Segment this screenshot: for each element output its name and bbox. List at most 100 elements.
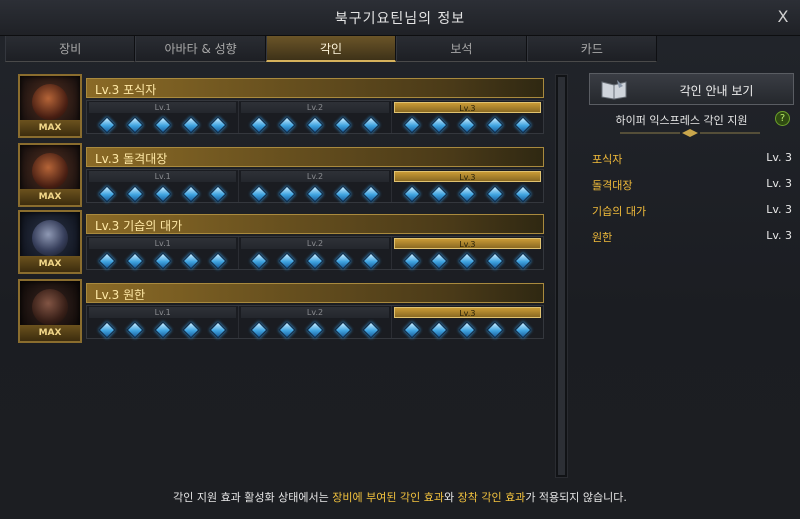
tab-cards[interactable]: 카드 xyxy=(526,36,658,62)
gem-row xyxy=(87,113,238,134)
gem-icon xyxy=(278,321,296,339)
title-bar[interactable]: 북구기요틴님의 정보 X xyxy=(0,0,800,36)
level-label: Lv.1 xyxy=(89,102,237,113)
gem-icon xyxy=(458,116,476,134)
gem-row xyxy=(239,318,390,339)
engraving-summary: 포식자 Lv. 3 돌격대장 Lv. 3 기습의 대가 Lv. 3 원한 Lv.… xyxy=(590,151,794,255)
tab-engraving[interactable]: 각인 xyxy=(265,36,397,62)
gem-icon xyxy=(182,116,199,134)
engraving-emblem-icon xyxy=(32,84,68,120)
gem-icon xyxy=(154,185,172,203)
level-label: Lv.3 xyxy=(393,102,541,113)
level-cell: Lv.1 xyxy=(87,237,240,270)
gem-icon xyxy=(514,321,532,339)
gem-icon xyxy=(98,321,116,339)
footer-notice: 각인 지원 효과 활성화 상태에서는 장비에 부여된 각인 효과와 장착 각인 … xyxy=(0,489,800,505)
level-cell: Lv.2 xyxy=(239,101,392,134)
engraving-title-bar: Lv.3 원한 xyxy=(86,283,544,303)
guide-button-label: 각인 안내 보기 xyxy=(679,84,754,98)
gem-icon xyxy=(154,116,172,134)
gem-icon xyxy=(334,185,352,203)
engraving-levels: Lv.1 Lv.2 Lv.3 xyxy=(86,100,544,134)
summary-row: 기습의 대가 Lv. 3 xyxy=(590,203,794,229)
summary-row: 돌격대장 Lv. 3 xyxy=(590,177,794,203)
gem-row xyxy=(87,249,238,270)
gem-icon xyxy=(250,116,268,134)
close-icon[interactable]: X xyxy=(772,6,794,28)
gem-row xyxy=(87,318,238,339)
summary-level: Lv. 3 xyxy=(766,151,792,164)
summary-row: 포식자 Lv. 3 xyxy=(590,151,794,177)
gem-row xyxy=(87,182,238,203)
footer-text: 가 적용되지 않습니다. xyxy=(525,491,627,504)
engraving-row[interactable]: MAX Lv.3 기습의 대가 Lv.1 Lv.2 Lv.3 xyxy=(18,210,546,274)
gem-icon xyxy=(126,321,144,339)
engraving-row[interactable]: MAX Lv.3 포식자 Lv.1 Lv.2 Lv.3 xyxy=(18,74,546,138)
gem-icon xyxy=(334,252,352,270)
gem-icon xyxy=(154,321,172,339)
engraving-title-bar: Lv.3 돌격대장 xyxy=(86,147,544,167)
gem-icon xyxy=(209,321,227,339)
express-support-label: 하이퍼 익스프레스 각인 지원 xyxy=(615,114,748,127)
gem-icon xyxy=(182,252,199,270)
summary-name: 기습의 대가 xyxy=(592,205,647,218)
level-label: Lv.3 xyxy=(393,307,541,318)
level-cell: Lv.1 xyxy=(87,306,240,339)
engraving-title-bar: Lv.3 기습의 대가 xyxy=(86,214,544,234)
summary-level: Lv. 3 xyxy=(766,229,792,242)
gem-icon xyxy=(98,252,116,270)
gem-icon xyxy=(278,116,296,134)
footer-text: 각인 지원 효과 활성화 상태에서는 xyxy=(173,491,333,504)
gem-row xyxy=(239,249,390,270)
level-cell: Lv.3 xyxy=(392,237,543,270)
ornament-divider-icon xyxy=(620,129,760,137)
engraving-guide-button[interactable]: 각인 안내 보기 xyxy=(589,73,794,105)
max-badge: MAX xyxy=(20,189,80,205)
gem-row xyxy=(239,182,390,203)
scrollbar[interactable] xyxy=(555,74,568,478)
tab-equipment[interactable]: 장비 xyxy=(5,36,136,62)
engraving-title: Lv.3 기습의 대가 xyxy=(95,219,183,233)
tab-gems[interactable]: 보석 xyxy=(396,36,527,62)
gem-icon xyxy=(403,321,421,339)
scrollbar-thumb[interactable] xyxy=(558,77,565,475)
level-cell: Lv.2 xyxy=(239,170,392,203)
level-label: Lv.2 xyxy=(241,102,389,113)
gem-icon xyxy=(362,185,380,203)
engraving-title: Lv.3 원한 xyxy=(95,288,146,302)
footer-text: 와 xyxy=(443,491,458,504)
gem-icon xyxy=(98,185,116,203)
gem-icon xyxy=(209,252,227,270)
summary-name: 포식자 xyxy=(592,153,623,166)
gem-icon xyxy=(458,252,476,270)
gem-icon xyxy=(278,252,296,270)
footer-highlight: 장착 각인 효과 xyxy=(457,491,526,504)
engraving-row[interactable]: MAX Lv.3 돌격대장 Lv.1 Lv.2 Lv.3 xyxy=(18,143,546,207)
gem-icon xyxy=(182,185,199,203)
help-icon[interactable]: ? xyxy=(775,111,790,126)
level-label: Lv.1 xyxy=(89,307,237,318)
gem-icon xyxy=(182,321,199,339)
gem-icon xyxy=(430,252,448,270)
engraving-title-bar: Lv.3 포식자 xyxy=(86,78,544,98)
gem-icon xyxy=(98,116,116,134)
engraving-portrait-icon: MAX xyxy=(18,279,82,343)
gem-icon xyxy=(514,185,532,203)
engraving-levels: Lv.1 Lv.2 Lv.3 xyxy=(86,305,544,339)
tab-avatar[interactable]: 아바타 & 성향 xyxy=(135,36,266,62)
summary-level: Lv. 3 xyxy=(766,203,792,216)
level-cell: Lv.2 xyxy=(239,306,392,339)
gem-icon xyxy=(486,321,504,339)
gem-row xyxy=(239,113,390,134)
gem-row xyxy=(392,182,543,203)
gem-row xyxy=(392,113,543,134)
level-cell: Lv.3 xyxy=(392,101,543,134)
engraving-emblem-icon xyxy=(32,220,68,256)
level-cell: Lv.3 xyxy=(392,170,543,203)
gem-icon xyxy=(154,252,172,270)
engraving-row[interactable]: MAX Lv.3 원한 Lv.1 Lv.2 Lv.3 xyxy=(18,279,546,343)
level-label: Lv.2 xyxy=(241,238,389,249)
gem-icon xyxy=(250,185,268,203)
level-label: Lv.2 xyxy=(241,307,389,318)
engraving-emblem-icon xyxy=(32,289,68,325)
